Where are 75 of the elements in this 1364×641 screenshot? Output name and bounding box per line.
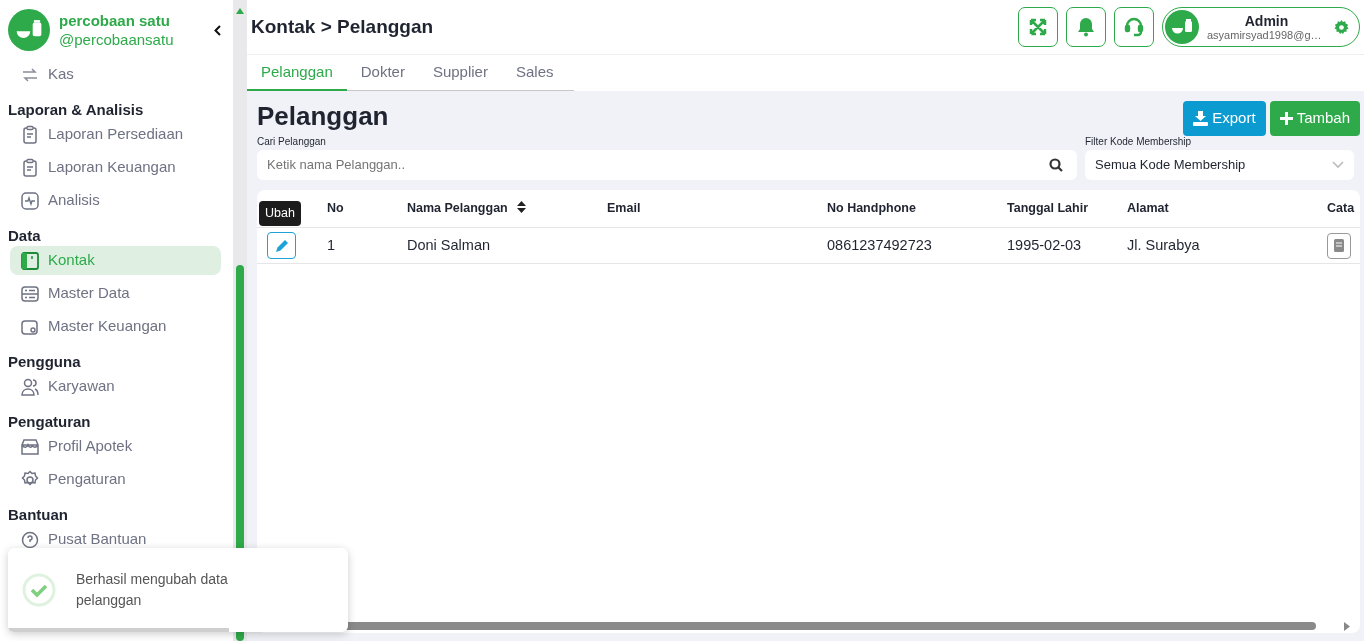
- scroll-up-icon[interactable]: [235, 7, 245, 15]
- sidebar-item[interactable]: Laporan Keuangan: [10, 153, 221, 182]
- add-button[interactable]: Tambah: [1269, 101, 1360, 136]
- membership-filter-dropdown[interactable]: Semua Kode Membership: [1085, 149, 1354, 180]
- brand-name: percobaan satu: [59, 11, 171, 30]
- pencil-icon: [275, 239, 288, 252]
- toast-message: Berhasil mengubah data pelanggan: [76, 570, 229, 610]
- column-header: Nama Pelanggan: [407, 200, 508, 215]
- pharmacy-logo-icon: [1165, 10, 1199, 44]
- clipboard-icon: [20, 157, 40, 178]
- book-icon: [20, 250, 40, 271]
- search-label: Cari Pelanggan: [257, 135, 327, 148]
- support-button[interactable]: [1114, 7, 1154, 47]
- table-cell: Jl. Surabya: [1127, 236, 1200, 253]
- download-icon: [1193, 110, 1209, 126]
- table-cell: 0861237492723: [827, 236, 932, 253]
- sort-icon[interactable]: [517, 200, 527, 213]
- user-email: asyamirsyad1998@g…: [1207, 28, 1323, 41]
- sidebar-item[interactable]: Profil Apotek: [10, 432, 221, 461]
- notification-button[interactable]: [1066, 7, 1106, 47]
- note-button[interactable]: [1327, 232, 1351, 259]
- pulse-icon: [20, 190, 40, 211]
- sidebar-item[interactable]: Analisis: [10, 186, 221, 215]
- document-icon: [1334, 239, 1344, 252]
- sidebar-item[interactable]: Master Data: [10, 279, 221, 308]
- sidebar-item[interactable]: Kontak: [10, 246, 221, 275]
- user-name: Admin: [1243, 13, 1290, 29]
- check-circle-icon: [22, 573, 56, 607]
- settings-icon[interactable]: [1334, 19, 1349, 35]
- store-icon: [20, 436, 40, 457]
- sidebar-item[interactable]: Pengaturan: [10, 465, 221, 494]
- scroll-right-icon[interactable]: [1344, 621, 1350, 631]
- section-heading: Pengaturan: [7, 412, 92, 430]
- search-icon[interactable]: [1049, 157, 1063, 172]
- column-header: Cata: [1327, 200, 1355, 215]
- column-header: Email: [607, 200, 641, 215]
- plus-icon: [1279, 111, 1293, 125]
- users-icon: [20, 376, 40, 397]
- chevron-left-icon: [214, 25, 221, 37]
- filter-label: Filter Kode Membership: [1085, 135, 1193, 148]
- tab[interactable]: Sales: [501, 55, 568, 92]
- sidebar-item[interactable]: Karyawan: [10, 372, 221, 401]
- sidebar-item[interactable]: Master Keuangan: [10, 312, 221, 341]
- tab[interactable]: Dokter: [346, 55, 419, 92]
- chevron-down-icon: [1332, 160, 1344, 169]
- server-icon: [20, 283, 40, 304]
- pharmacy-logo-icon: [8, 9, 50, 51]
- bell-icon: [1077, 17, 1095, 37]
- tab[interactable]: Supplier: [418, 55, 502, 92]
- clipboard-icon: [20, 124, 40, 145]
- breadcrumb: Kontak > Pelanggan: [251, 15, 434, 39]
- sidebar-item[interactable]: Kas: [10, 60, 221, 89]
- sidebar-item[interactable]: Laporan Persediaan: [10, 120, 221, 149]
- help-icon: [20, 529, 40, 550]
- section-heading: Laporan & Analisis: [7, 100, 145, 118]
- page-title: Pelanggan: [257, 101, 389, 133]
- table-cell: 1: [327, 236, 336, 253]
- sidebar-item[interactable]: Pusat Bantuan: [10, 525, 221, 554]
- headset-icon: [1123, 16, 1145, 38]
- search-field[interactable]: Ketik nama Pelanggan..: [257, 149, 1077, 180]
- fullscreen-button[interactable]: [1018, 7, 1058, 47]
- section-heading: Pengguna: [7, 352, 82, 370]
- filter-value: Semua Kode Membership: [1095, 155, 1247, 174]
- section-heading: Bantuan: [7, 505, 69, 523]
- column-header: No: [327, 200, 344, 215]
- table-cell: 1995-02-03: [1007, 236, 1082, 253]
- table-cell: Doni Salman: [407, 236, 490, 253]
- column-header: No Handphone: [827, 200, 916, 215]
- expand-arrows-icon: [1028, 17, 1048, 37]
- column-header: Alamat: [1127, 200, 1169, 215]
- tooltip: Ubah: [259, 201, 301, 226]
- brand-handle: @percobaansatu: [59, 30, 174, 49]
- section-heading: Data: [7, 226, 42, 244]
- export-button[interactable]: Export: [1183, 101, 1266, 136]
- column-header: Tanggal Lahir: [1007, 200, 1089, 215]
